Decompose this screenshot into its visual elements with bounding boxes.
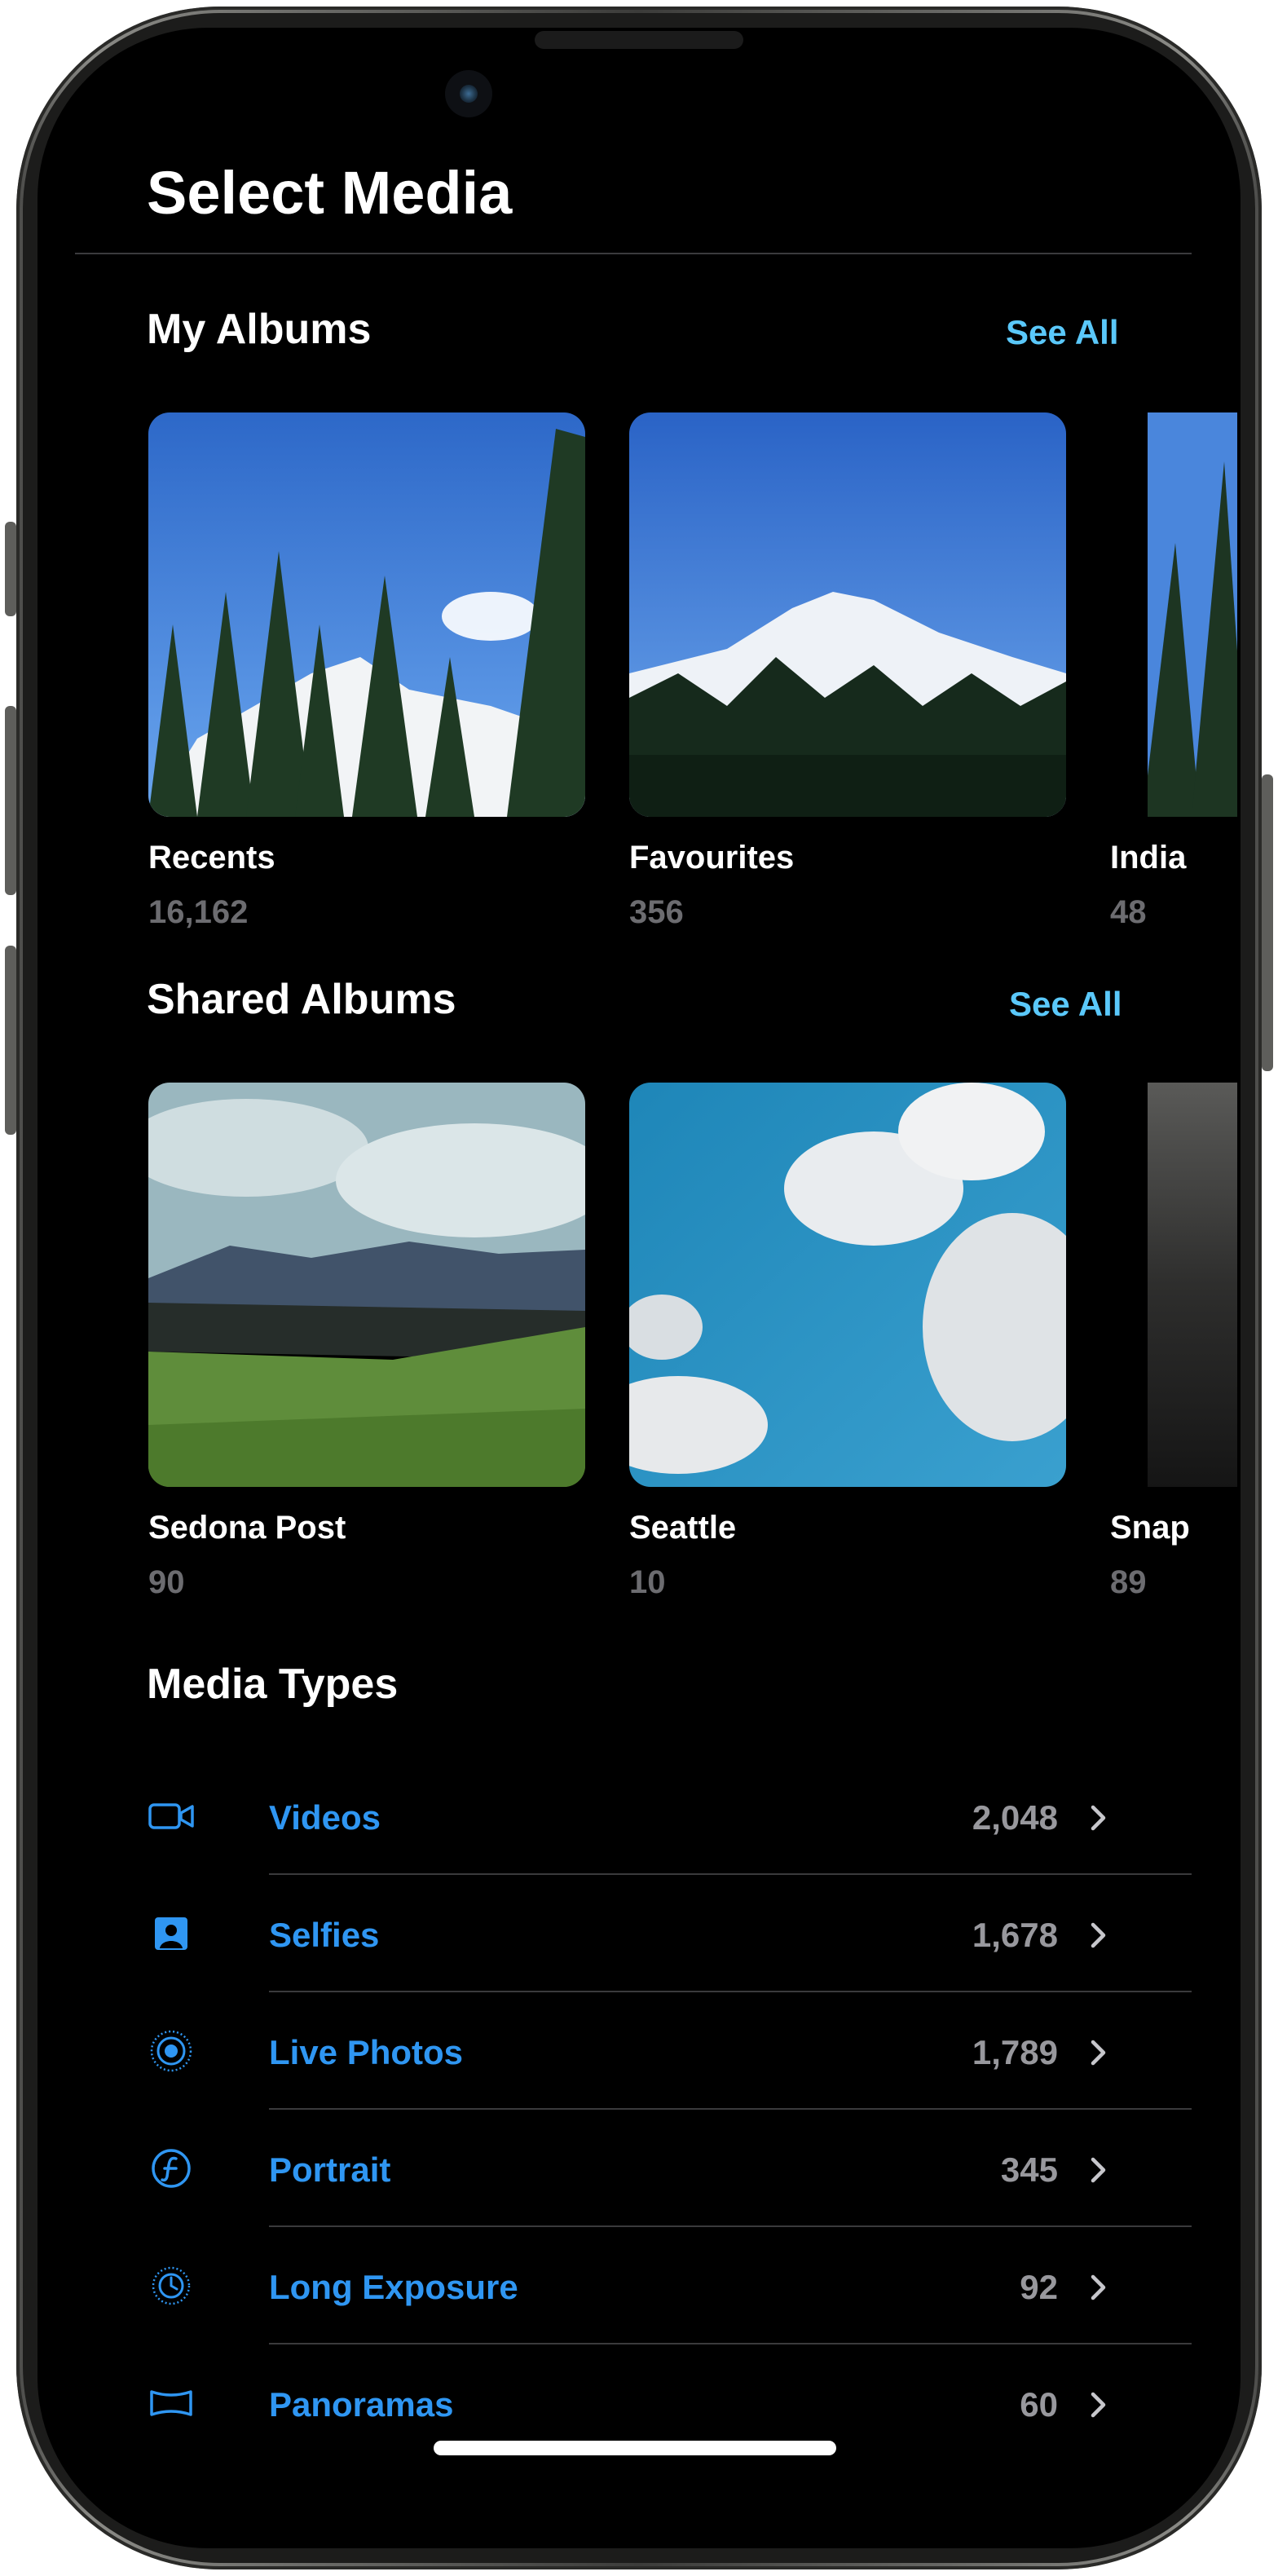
silent-switch xyxy=(5,522,16,616)
album-count: 10 xyxy=(629,1564,666,1600)
media-type-label: Live Photos xyxy=(269,2033,464,2071)
chevron-right-icon xyxy=(1091,2040,1106,2066)
my-albums-heading: My Albums xyxy=(147,306,372,353)
media-type-row-selfies[interactable]: Selfies 1,678 xyxy=(147,1875,1192,1992)
my-albums-see-all-button[interactable]: See All xyxy=(1006,313,1119,352)
album-name: Recents xyxy=(148,840,275,876)
shared-albums-heading: Shared Albums xyxy=(147,976,456,1023)
chevron-right-icon xyxy=(1091,2392,1106,2418)
volume-down-button xyxy=(5,946,16,1135)
album-name: Seattle xyxy=(629,1510,737,1546)
media-type-row-portrait[interactable]: Portrait 345 xyxy=(147,2110,1192,2227)
chevron-right-icon xyxy=(1091,1805,1106,1831)
long-exposure-icon xyxy=(152,2266,191,2305)
media-type-row-videos[interactable]: Videos 2,048 xyxy=(147,1758,1192,1875)
album-sedona-post[interactable]: Sedona Post 90 xyxy=(148,1083,585,1601)
media-type-label: Long Exposure xyxy=(269,2268,518,2306)
chevron-right-icon xyxy=(1091,2274,1106,2300)
selfie-portrait-icon xyxy=(155,1917,187,1950)
album-india[interactable] xyxy=(1148,412,1237,817)
album-peek-clip xyxy=(1148,412,1237,820)
album-thumbnail xyxy=(629,412,1066,817)
speaker-grille xyxy=(535,31,743,49)
media-type-label: Panoramas xyxy=(269,2385,454,2424)
album-thumbnail xyxy=(1148,1083,1237,1487)
album-peek-clip xyxy=(1148,1083,1237,1490)
screen: Select Media My Albums See All Recents 1… xyxy=(37,28,1241,2548)
front-camera xyxy=(445,70,492,117)
media-type-label: Videos xyxy=(269,1798,381,1837)
album-snap[interactable] xyxy=(1148,1083,1237,1487)
album-name: Snap xyxy=(1110,1510,1190,1546)
media-type-count: 1,789 xyxy=(972,2033,1058,2071)
album-thumbnail xyxy=(148,1083,585,1487)
volume-up-button xyxy=(5,706,16,895)
album-count: 356 xyxy=(629,894,684,930)
aperture-f-icon xyxy=(152,2149,191,2188)
album-thumbnail xyxy=(148,412,585,817)
album-thumbnail xyxy=(1148,412,1237,817)
album-seattle[interactable]: Seattle 10 xyxy=(629,1083,1066,1601)
media-type-label: Selfies xyxy=(269,1916,380,1954)
live-photo-icon xyxy=(150,2030,192,2072)
album-count: 89 xyxy=(1110,1564,1147,1600)
video-camera-icon xyxy=(148,1803,194,1829)
media-type-count: 60 xyxy=(1020,2385,1058,2424)
title-divider xyxy=(75,253,1192,254)
media-types-heading: Media Types xyxy=(147,1661,399,1708)
chevron-right-icon xyxy=(1091,2157,1106,2183)
album-favourites[interactable]: Favourites 356 xyxy=(629,412,1066,931)
panorama-icon xyxy=(150,2390,192,2416)
album-name: Sedona Post xyxy=(148,1510,346,1546)
media-type-row-long-exposure[interactable]: Long Exposure 92 xyxy=(147,2227,1192,2344)
media-type-label: Portrait xyxy=(269,2150,391,2189)
page-title: Select Media xyxy=(147,159,513,227)
media-type-row-live-photos[interactable]: Live Photos 1,789 xyxy=(147,1992,1192,2110)
side-button xyxy=(1262,774,1273,1071)
home-indicator[interactable] xyxy=(434,2441,836,2455)
album-thumbnail xyxy=(629,1083,1066,1487)
album-peek-labels: Snap 89 xyxy=(1110,1510,1190,1601)
chevron-right-icon xyxy=(1091,1922,1106,1948)
album-name: India xyxy=(1110,840,1187,876)
media-type-count: 345 xyxy=(1000,2150,1058,2189)
media-type-count: 1,678 xyxy=(972,1916,1058,1954)
album-count: 90 xyxy=(148,1564,185,1600)
album-count: 16,162 xyxy=(148,894,249,930)
media-type-count: 92 xyxy=(1020,2268,1058,2306)
album-name: Favourites xyxy=(629,840,795,876)
album-count: 48 xyxy=(1110,894,1147,930)
album-peek-labels: India 48 xyxy=(1110,840,1186,931)
album-recents[interactable]: Recents 16,162 xyxy=(148,412,585,931)
media-type-count: 2,048 xyxy=(972,1798,1058,1837)
shared-albums-see-all-button[interactable]: See All xyxy=(1009,985,1122,1024)
